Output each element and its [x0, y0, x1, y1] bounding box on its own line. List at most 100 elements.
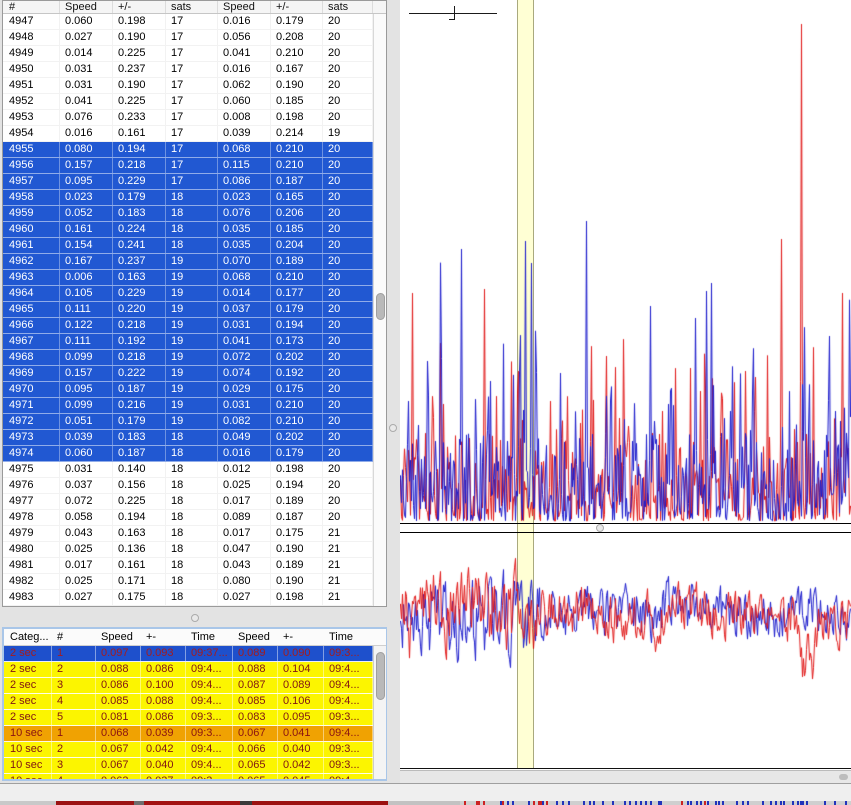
results-table-row[interactable]: 2 sec20.0880.08609:4...0.0880.10409:4... — [4, 662, 373, 678]
point-table-row[interactable]: 49830.0270.175180.0270.19821 — [3, 590, 373, 606]
speed-error-chart[interactable] — [400, 533, 851, 768]
results-table-row[interactable]: 2 sec10.0970.09309:37...0.0890.09009:3..… — [4, 646, 373, 662]
background-window-strip — [0, 801, 851, 805]
point-table-row[interactable]: 49700.0950.187190.0290.17520 — [3, 382, 373, 398]
splitter-knob-icon[interactable] — [191, 614, 199, 622]
column-header[interactable]: Speed — [218, 1, 271, 13]
column-header[interactable]: +- — [141, 629, 186, 645]
table-cell: 0.067 — [233, 726, 278, 741]
point-table-row[interactable]: 49610.1540.241180.0350.20420 — [3, 238, 373, 254]
table-cell: 0.065 — [233, 758, 278, 773]
table-cell: 0.066 — [233, 742, 278, 757]
point-table-row[interactable]: 49760.0370.156180.0250.19420 — [3, 478, 373, 494]
results-table-row[interactable]: 2 sec40.0850.08809:4...0.0850.10609:4... — [4, 694, 373, 710]
table-cell: 0.154 — [60, 238, 113, 253]
point-table-row[interactable]: 49820.0250.171180.0800.19021 — [3, 574, 373, 590]
point-table-row[interactable]: 49550.0800.194170.0680.21020 — [3, 142, 373, 158]
column-header[interactable]: +- — [278, 629, 324, 645]
point-table-row[interactable]: 49490.0140.225170.0410.21020 — [3, 46, 373, 62]
results-table-row[interactable]: 2 sec50.0810.08609:3...0.0830.09509:3... — [4, 710, 373, 726]
column-header[interactable]: Speed — [233, 629, 278, 645]
column-header[interactable]: Time — [324, 629, 373, 645]
point-table-row[interactable]: 49470.0600.198170.0160.17920 — [3, 14, 373, 30]
table-cell: 0.111 — [60, 334, 113, 349]
results-table-row[interactable]: 10 sec20.0670.04209:4...0.0660.04009:3..… — [4, 742, 373, 758]
point-table-row[interactable]: 49730.0390.183180.0490.20220 — [3, 430, 373, 446]
point-table-row[interactable]: 49510.0310.190170.0620.19020 — [3, 78, 373, 94]
results-table-row[interactable]: 2 sec30.0860.10009:4...0.0870.08909:4... — [4, 678, 373, 694]
table-cell: 4962 — [3, 254, 60, 269]
strip-tick — [568, 801, 570, 805]
column-header[interactable]: Speed — [60, 1, 113, 13]
point-table-row[interactable]: 49540.0160.161170.0390.21419 — [3, 126, 373, 142]
point-table-row[interactable]: 49580.0230.179180.0230.16520 — [3, 190, 373, 206]
point-table-row[interactable]: 49690.1570.222190.0740.19220 — [3, 366, 373, 382]
point-table-row[interactable]: 49800.0250.136180.0470.19021 — [3, 542, 373, 558]
column-header[interactable]: sats — [323, 1, 373, 13]
point-table-row[interactable]: 49500.0310.237170.0160.16720 — [3, 62, 373, 78]
point-table-row[interactable]: 49710.0990.216190.0310.21020 — [3, 398, 373, 414]
point-table-row[interactable]: 49770.0720.225180.0170.18920 — [3, 494, 373, 510]
scrollbar-thumb-icon[interactable] — [839, 774, 848, 780]
strip-tick — [478, 801, 480, 805]
point-table-row[interactable]: 49680.0990.218190.0720.20220 — [3, 350, 373, 366]
splitter-knob-icon[interactable] — [596, 524, 604, 532]
strip-segment — [56, 801, 134, 805]
point-table-row[interactable]: 49670.1110.192190.0410.17320 — [3, 334, 373, 350]
speed-deviation-chart[interactable] — [400, 0, 851, 523]
table-cell: 0.047 — [218, 542, 271, 557]
table-cell: 19 — [166, 254, 218, 269]
table-cell: 20 — [323, 142, 373, 157]
splitter-knob-icon[interactable] — [389, 424, 397, 432]
column-header[interactable]: Time — [186, 629, 233, 645]
column-header[interactable]: # — [3, 1, 60, 13]
panel-splitter[interactable] — [387, 0, 400, 783]
table-cell: 4973 — [3, 430, 60, 445]
results-table-row[interactable]: 10 sec10.0680.03909:3...0.0670.04109:4..… — [4, 726, 373, 742]
point-table-row[interactable]: 49620.1670.237190.0700.18920 — [3, 254, 373, 270]
chart-scrollbar[interactable] — [400, 770, 851, 783]
table-cell: 17 — [166, 78, 218, 93]
point-table-row[interactable]: 49520.0410.225170.0600.18520 — [3, 94, 373, 110]
point-table-row[interactable]: 49590.0520.183180.0760.20620 — [3, 206, 373, 222]
table-cell: 18 — [166, 190, 218, 205]
strip-tick — [802, 801, 804, 805]
point-table-row[interactable]: 49560.1570.218170.1150.21020 — [3, 158, 373, 174]
table-cell: 0.016 — [218, 14, 271, 29]
column-header[interactable]: +/- — [271, 1, 323, 13]
column-header[interactable]: Categ... — [4, 629, 52, 645]
table-cell: 0.099 — [60, 398, 113, 413]
point-table-scrollbar[interactable] — [373, 14, 386, 606]
column-header[interactable]: +/- — [113, 1, 166, 13]
strip-tick — [834, 801, 836, 805]
point-table-row[interactable]: 49790.0430.163180.0170.17521 — [3, 526, 373, 542]
slider-handle-icon[interactable] — [454, 6, 455, 20]
point-table-row[interactable]: 49600.1610.224180.0350.18520 — [3, 222, 373, 238]
point-table-row[interactable]: 49660.1220.218190.0310.19420 — [3, 318, 373, 334]
table-cell: 0.093 — [141, 646, 186, 661]
scrollbar-thumb-icon[interactable] — [376, 293, 385, 320]
point-table-row[interactable]: 49740.0600.187180.0160.17920 — [3, 446, 373, 462]
point-table-row[interactable]: 49750.0310.140180.0120.19820 — [3, 462, 373, 478]
point-table-row[interactable]: 49810.0170.161180.0430.18921 — [3, 558, 373, 574]
column-header[interactable]: sats — [166, 1, 218, 13]
point-table-row[interactable]: 49640.1050.229190.0140.17720 — [3, 286, 373, 302]
point-table-row[interactable]: 49720.0510.179190.0820.21020 — [3, 414, 373, 430]
point-table-row[interactable]: 49530.0760.233170.0080.19820 — [3, 110, 373, 126]
point-table-row[interactable]: 49570.0950.229170.0860.18720 — [3, 174, 373, 190]
strip-segment — [144, 801, 240, 805]
point-table-row[interactable]: 49480.0270.190170.0560.20820 — [3, 30, 373, 46]
table-splitter[interactable] — [2, 610, 387, 627]
results-table-scrollbar[interactable] — [373, 646, 386, 779]
table-cell: 0.040 — [141, 758, 186, 773]
column-header[interactable]: # — [52, 629, 96, 645]
zoom-slider[interactable] — [409, 0, 501, 24]
table-cell: 0.068 — [96, 726, 141, 741]
results-table-row[interactable]: 10 sec30.0670.04009:4...0.0650.04209:3..… — [4, 758, 373, 774]
scrollbar-thumb-icon[interactable] — [376, 652, 385, 700]
point-table-row[interactable]: 49650.1110.220190.0370.17920 — [3, 302, 373, 318]
column-header[interactable]: Speed — [96, 629, 141, 645]
results-table-row[interactable]: 10 sec40.0630.03709:3...0.0650.04509:4..… — [4, 774, 373, 779]
point-table-row[interactable]: 49780.0580.194180.0890.18720 — [3, 510, 373, 526]
point-table-row[interactable]: 49630.0060.163190.0680.21020 — [3, 270, 373, 286]
